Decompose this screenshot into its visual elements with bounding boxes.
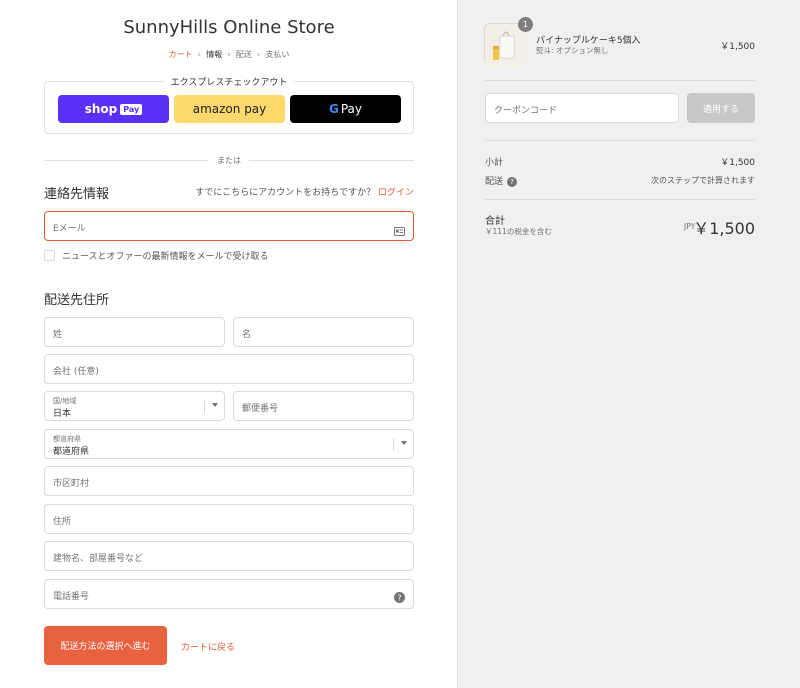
login-link[interactable]: ログイン xyxy=(378,188,414,198)
country-select[interactable]: 国/地域 日本 xyxy=(44,391,225,421)
country-value: 日本 xyxy=(53,409,72,419)
last-name-field[interactable]: 姓 xyxy=(44,317,225,347)
subtotal-label: 小計 xyxy=(485,158,504,168)
shipping-calc-note: 次のステップで計算されます xyxy=(651,176,755,185)
total-label: 合計 xyxy=(485,216,505,227)
help-icon[interactable]: ? xyxy=(507,176,518,187)
shop-pay-button[interactable]: shop Pay xyxy=(58,95,169,123)
newsletter-checkbox[interactable] xyxy=(44,250,55,261)
subtotal-value: ￥1,500 xyxy=(720,158,755,168)
chevron-right-icon: › xyxy=(227,49,231,60)
quantity-badge: 1 xyxy=(518,17,533,32)
store-title[interactable]: SunnyHills Online Store xyxy=(44,17,414,38)
coupon-input[interactable]: クーポンコード xyxy=(485,93,679,123)
building-placeholder: 建物名、部屋番号など xyxy=(53,554,144,564)
newsletter-option[interactable]: ニュースとオファーの最新情報をメールで受け取る xyxy=(44,249,269,262)
amazon-pay-logo: amazon pay xyxy=(192,102,267,116)
select-separator xyxy=(204,400,205,413)
chevron-down-icon xyxy=(212,403,218,407)
postal-code-placeholder: 郵便番号 xyxy=(242,404,279,414)
city-placeholder: 市区町村 xyxy=(53,479,90,489)
total-value: ￥1,500 xyxy=(693,219,755,238)
account-prompt-text: すでにこちらにアカウントをお持ちですか？ xyxy=(195,188,376,198)
email-placeholder: Eメール xyxy=(53,224,86,234)
email-field[interactable]: Eメール xyxy=(44,211,414,241)
phone-field[interactable]: 電話番号 ? xyxy=(44,579,414,609)
continue-to-shipping-button[interactable]: 配送方法の選択へ進む xyxy=(44,626,167,665)
city-field[interactable]: 市区町村 xyxy=(44,466,414,496)
shipping-section-title: 配送先住所 xyxy=(44,293,110,308)
company-field[interactable]: 会社 (任意) xyxy=(44,354,414,384)
postal-code-field[interactable]: 郵便番号 xyxy=(233,391,414,421)
breadcrumb-info: 情報 xyxy=(206,50,223,59)
address-placeholder: 住所 xyxy=(53,517,72,527)
shipping-label-text: 配送 xyxy=(485,177,504,187)
summary-divider xyxy=(485,140,755,141)
breadcrumb-payment: 支払い xyxy=(265,50,290,59)
help-icon[interactable]: ? xyxy=(394,588,405,607)
login-prompt: すでにこちらにアカウントをお持ちですか？ ログイン xyxy=(195,185,414,198)
summary-divider xyxy=(485,80,755,81)
express-checkout: エクスプレスチェックアウト shop Pay amazon pay G Pay xyxy=(44,75,414,134)
product-variant: 熨斗: オプション無し xyxy=(536,46,609,55)
chevron-right-icon: › xyxy=(256,49,261,60)
contact-card-icon xyxy=(394,221,405,240)
newsletter-label: ニュースとオファーの最新情報をメールで受け取る xyxy=(62,252,269,262)
tax-note: ￥111の税金を含む xyxy=(485,227,552,236)
express-checkout-legend: エクスプレスチェックアウト xyxy=(164,75,294,88)
or-divider: または xyxy=(44,155,414,165)
prefecture-select[interactable]: 都道府県 都道府県 xyxy=(44,429,414,459)
contact-section-title: 連絡先情報 xyxy=(44,187,110,202)
shop-pay-chip: Pay xyxy=(120,103,143,115)
company-placeholder: 会社 (任意) xyxy=(53,367,99,377)
prefecture-value: 都道府県 xyxy=(53,447,90,457)
first-name-placeholder: 名 xyxy=(242,330,252,340)
divider-line xyxy=(249,160,414,161)
select-separator xyxy=(393,438,394,451)
google-pay-label: Pay xyxy=(340,102,362,116)
google-g-icon: G xyxy=(328,102,339,116)
phone-placeholder: 電話番号 xyxy=(53,592,90,602)
breadcrumb-cart[interactable]: カート xyxy=(169,49,193,60)
chevron-down-icon xyxy=(401,441,407,445)
return-to-cart-link[interactable]: カートに戻る xyxy=(181,640,235,653)
shop-pay-logo: shop xyxy=(84,102,118,116)
shipping-summary-label: 配送? xyxy=(485,174,518,187)
country-label: 国/地域 xyxy=(53,397,77,405)
svg-text:?: ? xyxy=(397,593,401,602)
product-price: ￥1,500 xyxy=(720,42,755,52)
coupon-placeholder: クーポンコード xyxy=(494,106,558,116)
breadcrumb-shipping: 配送 xyxy=(235,50,252,59)
apply-coupon-button[interactable]: 適用する xyxy=(687,93,755,123)
product-thumbnail: 1 xyxy=(484,17,533,66)
summary-divider xyxy=(485,199,755,200)
address-field[interactable]: 住所 xyxy=(44,504,414,534)
amazon-pay-button[interactable]: amazon pay xyxy=(174,95,285,123)
prefecture-label: 都道府県 xyxy=(53,435,81,443)
last-name-placeholder: 姓 xyxy=(53,330,63,340)
chevron-right-icon: › xyxy=(197,49,202,60)
checkout-main-panel: SunnyHills Online Store カート › 情報 › 配送 › … xyxy=(0,0,457,688)
breadcrumb: カート › 情報 › 配送 › 支払い xyxy=(44,49,414,60)
first-name-field[interactable]: 名 xyxy=(233,317,414,347)
building-field[interactable]: 建物名、部屋番号など xyxy=(44,541,414,571)
google-pay-button[interactable]: G Pay xyxy=(290,95,401,123)
